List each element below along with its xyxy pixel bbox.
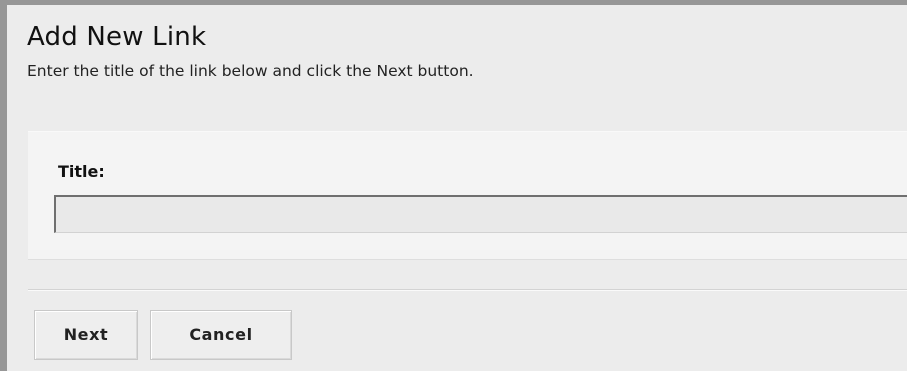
- cancel-button[interactable]: Cancel: [150, 310, 292, 360]
- page-title: Add New Link: [27, 22, 207, 52]
- title-input[interactable]: [54, 195, 907, 233]
- actions-divider: [28, 289, 907, 291]
- page-description: Enter the title of the link below and cl…: [27, 62, 474, 80]
- title-field-label: Title:: [58, 162, 105, 181]
- next-button[interactable]: Next: [34, 310, 138, 360]
